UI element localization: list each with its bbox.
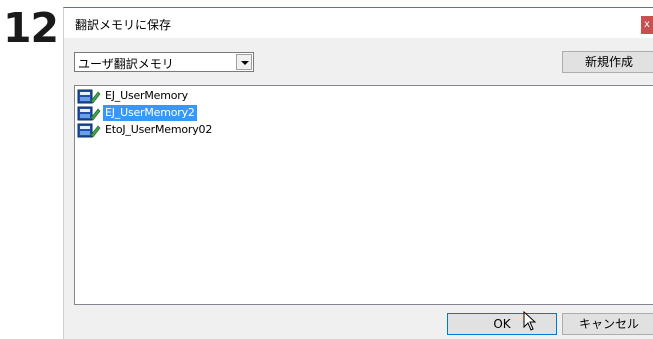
list-item-label: EJ_UserMemory2 bbox=[103, 105, 197, 121]
memory-type-dropdown[interactable]: ユーザ翻訳メモリ bbox=[74, 52, 254, 72]
ok-button[interactable]: OK bbox=[447, 313, 557, 335]
save-to-translation-memory-dialog: 翻訳メモリに保存 x ユーザ翻訳メモリ 新規作成 EJ_UserMemory E… bbox=[63, 7, 653, 339]
translation-memory-icon bbox=[77, 105, 103, 121]
mouse-cursor-icon bbox=[523, 311, 537, 331]
list-item[interactable]: EtoJ_UserMemory02 bbox=[77, 122, 214, 138]
dialog-title: 翻訳メモリに保存 bbox=[75, 18, 172, 32]
chevron-down-icon[interactable] bbox=[236, 54, 252, 70]
translation-memory-icon bbox=[77, 122, 103, 138]
list-item[interactable]: EJ_UserMemory2 bbox=[77, 105, 197, 121]
translation-memory-icon bbox=[77, 88, 103, 104]
memory-list[interactable]: EJ_UserMemory EJ_UserMemory2 EtoJ_UserMe… bbox=[74, 85, 653, 305]
close-button[interactable]: x bbox=[641, 16, 653, 34]
list-item[interactable]: EJ_UserMemory bbox=[77, 88, 190, 104]
memory-type-value: ユーザ翻訳メモリ bbox=[78, 57, 174, 71]
title-bar: 翻訳メモリに保存 x bbox=[64, 8, 653, 38]
step-number: 12 bbox=[3, 4, 59, 52]
list-item-label: EtoJ_UserMemory02 bbox=[105, 123, 213, 136]
list-item-label: EJ_UserMemory bbox=[105, 89, 188, 102]
new-button[interactable]: 新規作成 bbox=[562, 51, 653, 73]
cancel-button[interactable]: キャンセル bbox=[562, 313, 653, 335]
